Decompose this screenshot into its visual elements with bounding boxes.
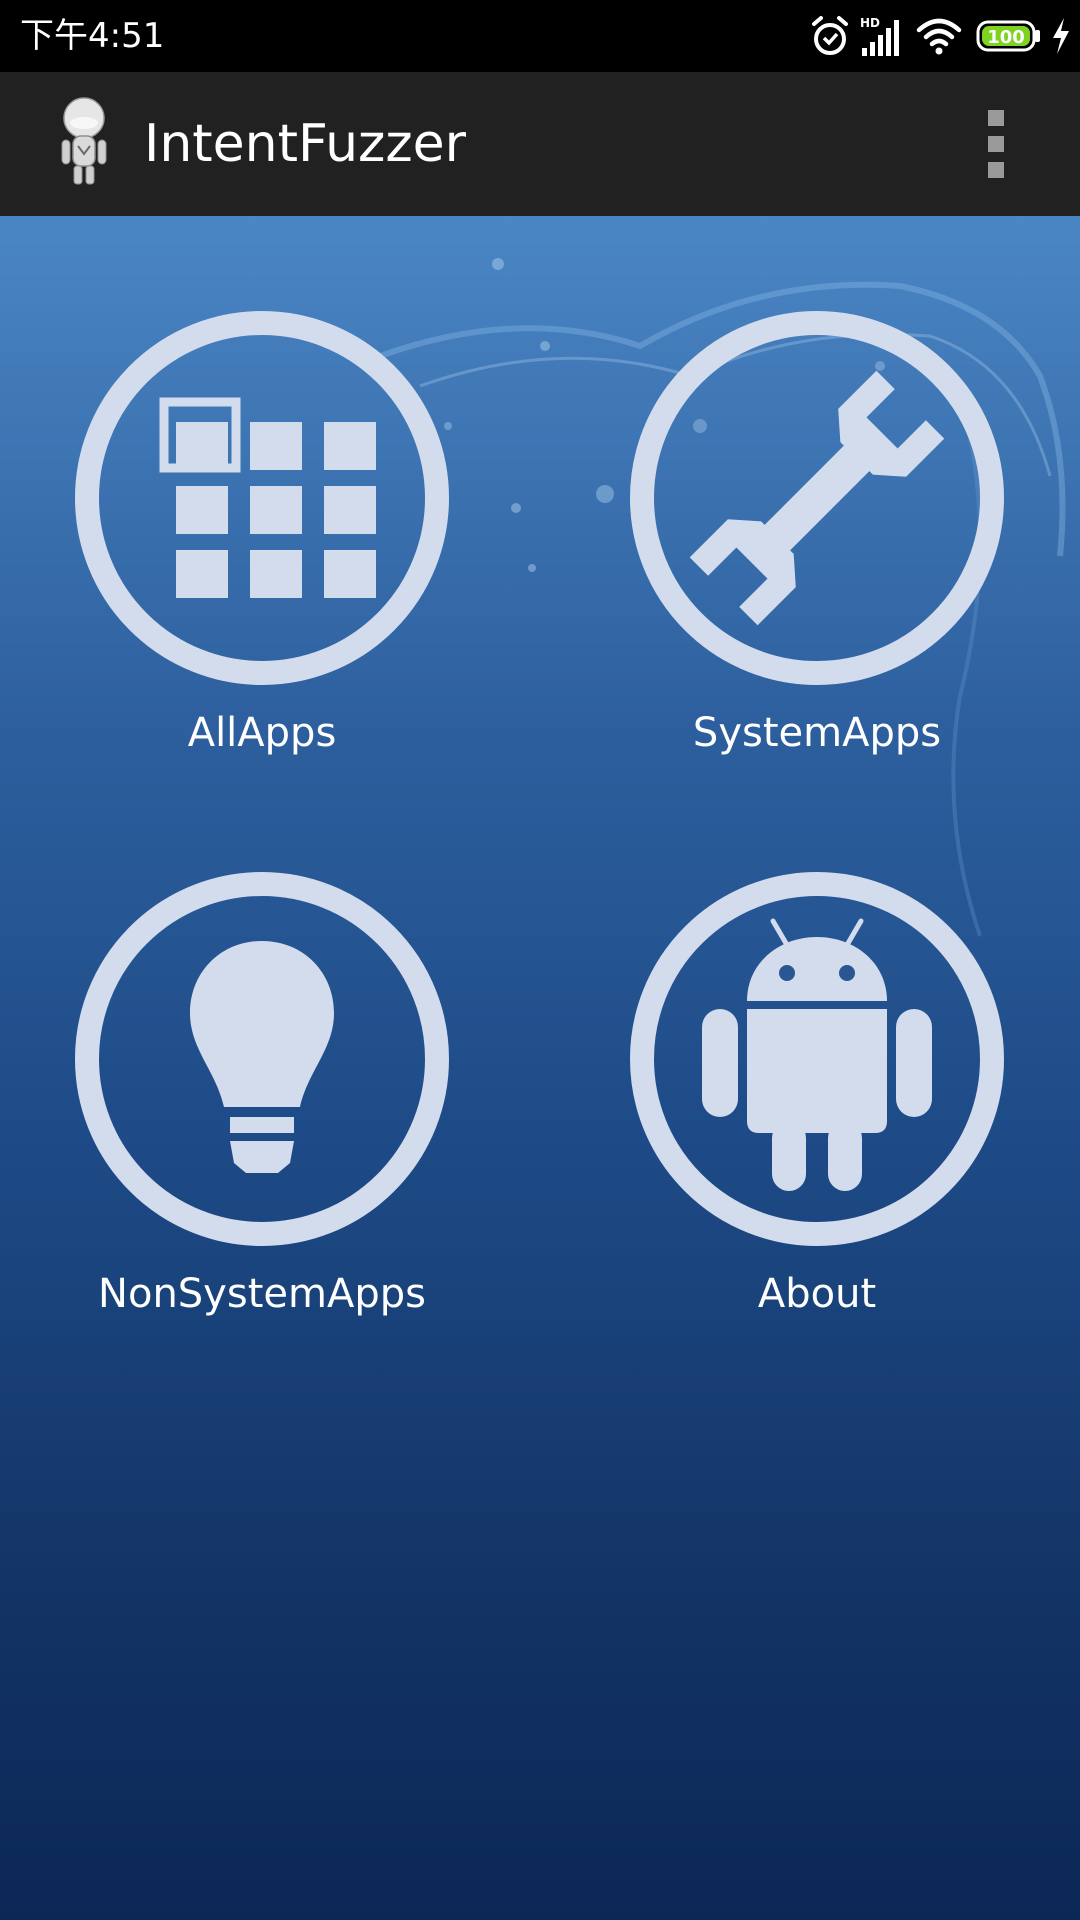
- overflow-menu-icon[interactable]: [970, 106, 1022, 182]
- screen: 下午4:51 HD 100 IntentFuzzer AllApps Syste…: [0, 0, 1080, 1920]
- tile-label: SystemApps: [692, 710, 942, 756]
- tile-allapps[interactable]: AllApps: [62, 310, 462, 770]
- wrench-icon: [630, 311, 1004, 685]
- tile-about[interactable]: About: [617, 871, 1017, 1331]
- status-time: 下午4:51: [20, 16, 165, 56]
- android-icon: [630, 872, 1004, 1246]
- charging-icon: [1053, 18, 1069, 54]
- app-grid-icon: [75, 311, 449, 685]
- tile-label: AllApps: [187, 710, 337, 756]
- tile-systemapps[interactable]: SystemApps: [617, 310, 1017, 770]
- menu-dot: [988, 162, 1004, 178]
- tile-label: NonSystemApps: [98, 1271, 426, 1317]
- app-title: IntentFuzzer: [144, 114, 467, 174]
- main-content: AllApps SystemApps NonSystemApps About: [0, 216, 1080, 1920]
- signal-icon: HD: [860, 16, 899, 56]
- tile-label: About: [757, 1271, 877, 1317]
- tile-nonsystemapps[interactable]: NonSystemApps: [62, 871, 462, 1331]
- app-bar: IntentFuzzer: [0, 72, 1080, 216]
- battery-level: 100: [987, 27, 1025, 48]
- alarm-icon: [812, 16, 848, 55]
- robot-logo-icon: [61, 97, 107, 185]
- network-badge: HD: [860, 16, 880, 30]
- status-bar: 下午4:51 HD 100: [0, 0, 1080, 72]
- menu-dot: [988, 136, 1004, 152]
- wifi-icon: [916, 18, 962, 55]
- lightbulb-icon: [75, 872, 449, 1246]
- menu-dot: [988, 110, 1004, 126]
- battery-icon: 100: [976, 20, 1040, 52]
